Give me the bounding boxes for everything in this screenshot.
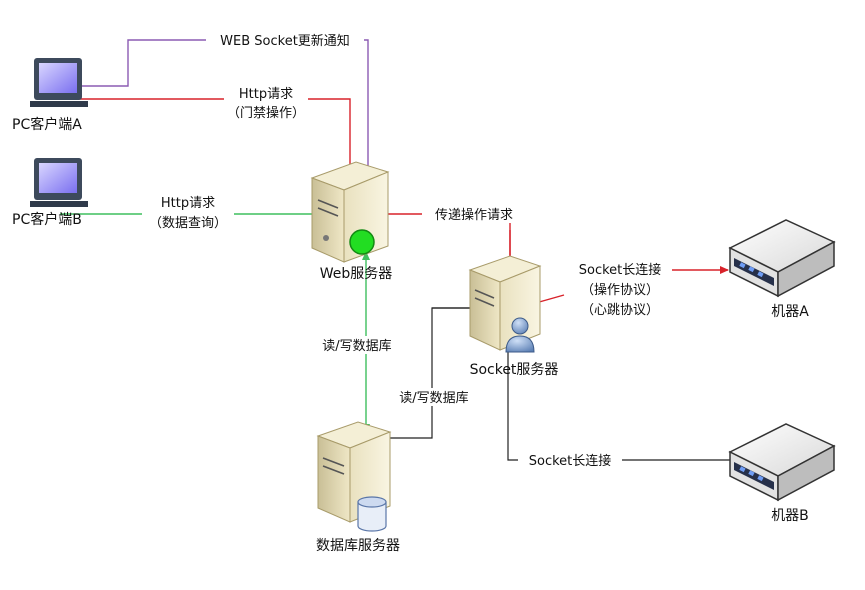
machine-b-label: 机器B <box>771 508 809 524</box>
edge-websocket-notify: WEB Socket更新通知 <box>55 32 369 176</box>
database-server: 数据库服务器 <box>316 421 400 554</box>
status-indicator-icon <box>349 229 375 255</box>
architecture-diagram: WEB Socket更新通知 Http请求 （门禁操作） Http请求 （数据查… <box>0 0 865 586</box>
pc-client-b: PC客户端B <box>12 158 88 228</box>
websocket-notify-label: WEB Socket更新通知 <box>220 33 350 49</box>
http-door-label-2: （门禁操作） <box>227 105 305 121</box>
socket-server-label: Socket服务器 <box>470 362 559 378</box>
computer-icon <box>30 158 88 207</box>
database-server-label: 数据库服务器 <box>316 538 400 554</box>
device-box-icon <box>728 423 836 502</box>
pc-client-b-label: PC客户端B <box>12 211 82 228</box>
socket-server: Socket服务器 <box>468 255 559 378</box>
forward-request-label: 传递操作请求 <box>435 207 513 223</box>
machine-b: 机器B <box>728 423 836 524</box>
rw-db-web-label: 读/写数据库 <box>322 338 391 354</box>
machine-a: 机器A <box>728 219 836 320</box>
web-server-label: Web服务器 <box>320 266 393 282</box>
edge-socket-machine-a: Socket长连接 （操作协议） （心跳协议） <box>517 262 729 318</box>
web-server: Web服务器 <box>310 161 393 282</box>
http-door-label-1: Http请求 <box>239 87 293 102</box>
computer-icon <box>30 58 88 107</box>
http-query-label-1: Http请求 <box>161 196 215 211</box>
pc-client-a: PC客户端A <box>12 58 88 133</box>
device-box-icon <box>728 219 836 298</box>
pc-client-a-label: PC客户端A <box>12 116 82 133</box>
socket-a-label-2: （操作协议） <box>581 282 659 298</box>
http-query-label-2: （数据查询） <box>149 216 227 231</box>
rw-db-socket-label: 读/写数据库 <box>399 390 468 406</box>
server-tower-icon <box>468 255 542 351</box>
socket-a-label-1: Socket长连接 <box>579 262 662 278</box>
server-tower-icon <box>310 161 390 263</box>
machine-a-label: 机器A <box>771 304 809 320</box>
socket-b-label: Socket长连接 <box>529 453 612 469</box>
socket-a-label-3: （心跳协议） <box>581 303 659 318</box>
edge-http-query: Http请求 （数据查询） <box>60 194 346 234</box>
database-cylinder-icon <box>357 496 387 532</box>
